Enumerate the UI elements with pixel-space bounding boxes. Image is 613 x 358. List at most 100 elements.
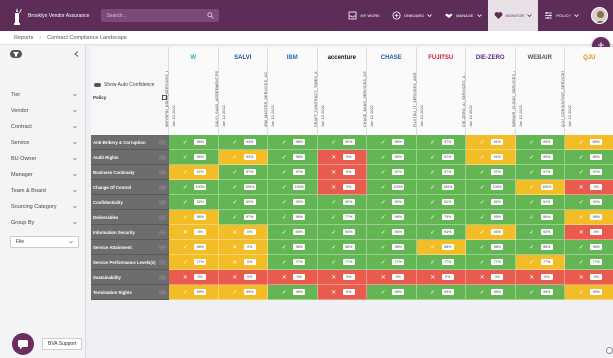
support-chat-button[interactable]: [12, 333, 34, 355]
compliance-cell[interactable]: ✓ 89%: [565, 135, 613, 150]
menu-lines-icon[interactable]: [159, 275, 166, 280]
compliance-cell[interactable]: ✓ 92%: [367, 195, 417, 210]
compliance-cell[interactable]: ✓ 94%: [268, 225, 318, 240]
compliance-cell[interactable]: ✓ 99%: [515, 150, 565, 165]
policy-label[interactable]: Confidentiality: [91, 195, 169, 210]
vendor-column-header[interactable]: FUJITSU FUJITSU_IT_SERVICES_AGR... Jan 12 …: [413, 47, 466, 135]
compliance-cell[interactable]: ✓ 77%: [367, 255, 417, 270]
compliance-cell[interactable]: ✓ 100%: [515, 180, 565, 195]
compliance-cell[interactable]: ✕ 0%: [565, 270, 613, 285]
brand[interactable]: Brooklyn Vendor Assurance: [11, 7, 89, 25]
compliance-cell[interactable]: ✓ 92%: [268, 195, 318, 210]
compliance-cell[interactable]: ✓ 99%: [466, 285, 516, 300]
compliance-cell[interactable]: ✓ 89%: [565, 150, 613, 165]
search-box[interactable]: [101, 9, 220, 22]
compliance-cell[interactable]: ✓ 94%: [367, 225, 417, 240]
compliance-cell[interactable]: ✓ 92%: [169, 195, 219, 210]
compliance-cell[interactable]: ✓ 98%: [317, 240, 367, 255]
compliance-cell[interactable]: ✕ 0%: [218, 255, 268, 270]
vendor-column-header[interactable]: QJU QJU_CONSULTING_SERVICES... Jan 12 2022: [561, 47, 613, 135]
menu-lines-icon[interactable]: [159, 260, 166, 265]
compliance-cell[interactable]: ✓ 92%: [515, 225, 565, 240]
compliance-cell[interactable]: ✓ 99%: [268, 285, 318, 300]
compliance-cell[interactable]: ✓ 99%: [367, 285, 417, 300]
compliance-cell[interactable]: ✕ 0%: [565, 180, 613, 195]
policy-label[interactable]: Termination Rights: [91, 285, 169, 300]
compliance-cell[interactable]: ✓ 98%: [268, 150, 318, 165]
compliance-cell[interactable]: ✕ 0%: [218, 225, 268, 240]
compliance-cell[interactable]: ✓ 100%: [268, 180, 318, 195]
nav-onboard[interactable]: ONBOARD: [386, 0, 438, 31]
compliance-cell[interactable]: ✓ 98%: [367, 210, 417, 225]
compliance-cell[interactable]: ✕ 0%: [515, 270, 565, 285]
menu-lines-icon[interactable]: [159, 245, 166, 250]
compliance-cell[interactable]: ✓ 79%: [416, 210, 466, 225]
vendor-column-header[interactable]: accenture CRAFT_CONTRACT_TIMES_A... Jan 12…: [314, 47, 367, 135]
compliance-cell[interactable]: ✓ 98%: [565, 210, 613, 225]
compliance-cell[interactable]: ✓ 77%: [169, 255, 219, 270]
filter-bu-owner[interactable]: BU Owner: [0, 151, 85, 167]
compliance-cell[interactable]: ✓ 94%: [317, 225, 367, 240]
compliance-cell[interactable]: ✕ 0%: [317, 270, 367, 285]
compliance-cell[interactable]: ✓ 77%: [317, 255, 367, 270]
compliance-cell[interactable]: ✓ 100%: [416, 180, 466, 195]
vendor-column-header[interactable]: W WEYSPIN_BSLM_SERVICES_AGRE... Jan 12 202…: [165, 47, 219, 135]
menu-lines-icon[interactable]: [159, 170, 166, 175]
compliance-cell[interactable]: ✓ 96%: [268, 210, 318, 225]
vendor-column-header[interactable]: CHASE CHASE_BANK_SERVICES_AG... Jan 12 202…: [363, 47, 417, 135]
search-input[interactable]: [106, 12, 207, 19]
compliance-cell[interactable]: ✓ 91%: [466, 135, 516, 150]
compliance-cell[interactable]: ✓ 97%: [565, 165, 613, 180]
compliance-cell[interactable]: ✓ 96%: [169, 135, 219, 150]
breadcrumb-root[interactable]: Reports: [14, 35, 33, 41]
compliance-cell[interactable]: ✓ 100%: [466, 180, 516, 195]
policy-label[interactable]: Change Of Control: [91, 180, 169, 195]
compliance-cell[interactable]: ✓ 92%: [416, 195, 466, 210]
compliance-cell[interactable]: ✓ 97%: [416, 165, 466, 180]
compliance-cell[interactable]: ✓ 98%: [367, 240, 417, 255]
menu-lines-icon[interactable]: [159, 155, 166, 160]
policy-label[interactable]: Audit Rights: [91, 150, 169, 165]
menu-lines-icon[interactable]: [159, 140, 166, 145]
compliance-cell[interactable]: ✓ 97%: [416, 150, 466, 165]
compliance-cell[interactable]: ✓ 100%: [367, 180, 417, 195]
compliance-cell[interactable]: ✓ 97%: [169, 165, 219, 180]
compliance-cell[interactable]: ✓ 97%: [416, 135, 466, 150]
compliance-cell[interactable]: ✓ 92%: [317, 135, 367, 150]
filter-group-by[interactable]: Group By: [0, 215, 85, 231]
compliance-cell[interactable]: ✓ 77%: [317, 210, 367, 225]
filter-manager[interactable]: Manager: [0, 167, 85, 183]
compliance-cell[interactable]: ✕ 0%: [317, 285, 367, 300]
compliance-cell[interactable]: ✕ 0%: [218, 240, 268, 255]
compliance-cell[interactable]: ✕ 0%: [317, 150, 367, 165]
compliance-cell[interactable]: ✓ 97%: [218, 165, 268, 180]
compliance-cell[interactable]: ✓ 94%: [466, 225, 516, 240]
compliance-cell[interactable]: ✓ 98%: [268, 135, 318, 150]
group-by-select[interactable]: File: [10, 236, 79, 248]
chevron-left-icon[interactable]: [74, 51, 79, 57]
compliance-cell[interactable]: ✓ 95%: [367, 135, 417, 150]
compliance-cell[interactable]: ✓ 94%: [416, 225, 466, 240]
compliance-cell[interactable]: ✓ 99%: [565, 285, 613, 300]
filter-team-board[interactable]: Team & Board: [0, 183, 85, 199]
compliance-cell[interactable]: ✓ 92%: [565, 195, 613, 210]
filter-service[interactable]: Service: [0, 135, 85, 151]
compliance-cell[interactable]: ✕ 0%: [218, 270, 268, 285]
compliance-cell[interactable]: ✓ 98%: [515, 240, 565, 255]
compliance-cell[interactable]: ✓ 94%: [218, 135, 268, 150]
compliance-cell[interactable]: ✕ 0%: [268, 270, 318, 285]
compliance-cell[interactable]: ✓ 77%: [466, 255, 516, 270]
compliance-cell[interactable]: ✓ 99%: [416, 285, 466, 300]
policy-label[interactable]: Deliverables: [91, 210, 169, 225]
compliance-cell[interactable]: ✓ 92%: [466, 195, 516, 210]
nav-policy[interactable]: POLICY: [538, 0, 585, 31]
compliance-cell[interactable]: ✓ 94%: [218, 150, 268, 165]
search-icon[interactable]: [207, 12, 215, 19]
menu-lines-icon[interactable]: [159, 290, 166, 295]
compliance-cell[interactable]: ✓ 96%: [169, 150, 219, 165]
menu-lines-icon[interactable]: [159, 185, 166, 190]
compliance-cell[interactable]: ✓ 77%: [416, 255, 466, 270]
user-avatar[interactable]: [591, 7, 608, 24]
compliance-cell[interactable]: ✓ 99%: [515, 135, 565, 150]
policy-label[interactable]: Anti-Bribery & Corruption: [91, 135, 169, 150]
